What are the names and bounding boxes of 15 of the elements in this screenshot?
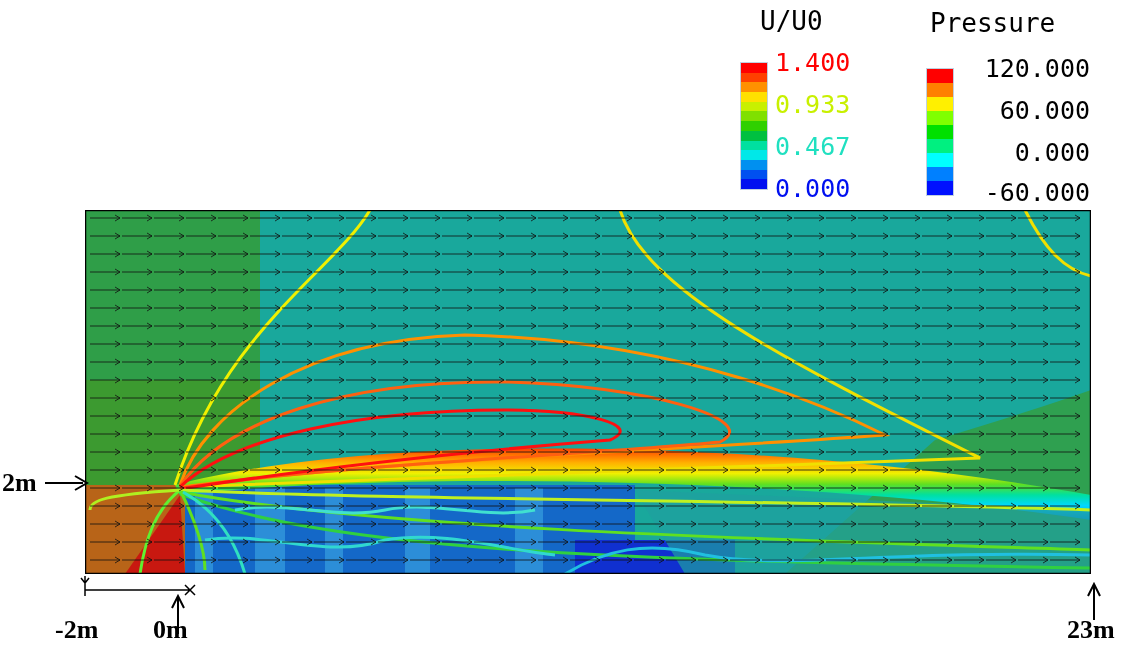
scale-value: 1.400 <box>775 48 852 78</box>
distance-label: -2m <box>55 617 99 643</box>
scale-value: 0.467 <box>775 132 852 162</box>
arrow-icon <box>45 475 89 491</box>
arrow-icon <box>1087 582 1101 620</box>
scale-value: -60.000 <box>983 178 1090 208</box>
scale-value: 120.000 <box>983 54 1090 84</box>
scale-value: 0.000 <box>1013 138 1090 168</box>
distance-label: 23m <box>1067 617 1115 643</box>
legend-title: U/U0 <box>760 8 823 34</box>
scale-value: 0.933 <box>775 90 852 120</box>
distance-label: 2m <box>2 470 37 496</box>
legend-title: Pressure <box>930 10 1056 36</box>
scale-value: 0.000 <box>775 174 852 204</box>
scale-value: 60.000 <box>998 96 1090 126</box>
